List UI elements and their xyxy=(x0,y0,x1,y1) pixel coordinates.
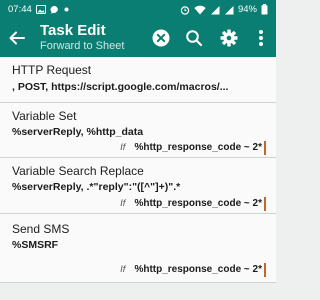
close-circle-icon xyxy=(152,29,170,47)
condition-text: %http_response_code ~ 2* xyxy=(134,142,262,153)
status-bar: 07:44 94% xyxy=(0,0,276,19)
overflow-menu-button[interactable] xyxy=(250,27,272,49)
action-item-send-sms[interactable]: Send SMS %SMSRF If %http_response_code ~… xyxy=(0,214,276,283)
action-item-variable-set[interactable]: Variable Set %serverReply, %http_data If… xyxy=(0,103,276,158)
condition-text: %http_response_code ~ 2* xyxy=(134,198,262,209)
action-name: Variable Search Replace xyxy=(12,164,144,178)
action-args: %serverReply, %http_data xyxy=(12,126,144,138)
battery-percentage: 94% xyxy=(237,4,257,15)
signal-1-icon xyxy=(210,5,220,15)
action-name: Send SMS xyxy=(12,222,70,236)
condition-marker xyxy=(264,141,266,155)
signal-2-icon xyxy=(224,5,234,15)
action-condition: If %http_response_code ~ 2* xyxy=(120,198,262,209)
search-icon xyxy=(186,30,203,47)
task-name-subtitle: Forward to Sheet xyxy=(40,40,125,52)
cancel-button[interactable] xyxy=(150,27,172,49)
page-title: Task Edit xyxy=(40,22,106,39)
action-item-variable-search-replace[interactable]: Variable Search Replace %serverReply, .*… xyxy=(0,158,276,214)
title-block: Task Edit Forward to Sheet xyxy=(40,22,124,53)
back-arrow-icon xyxy=(9,31,25,45)
action-args: %SMSRF xyxy=(12,239,59,251)
action-condition: If %http_response_code ~ 2* xyxy=(120,142,262,153)
gear-icon xyxy=(220,29,238,47)
condition-marker xyxy=(264,263,266,277)
more-vert-icon xyxy=(259,30,263,46)
condition-marker xyxy=(264,197,266,211)
if-label: If xyxy=(120,198,126,209)
if-label: If xyxy=(120,142,126,153)
alarm-icon xyxy=(180,5,190,15)
image-notification-icon xyxy=(35,5,46,14)
action-item-http-request[interactable]: HTTP Request , POST, https://script.goog… xyxy=(0,57,276,103)
back-button[interactable] xyxy=(6,27,28,49)
app-bar: Task Edit Forward to Sheet xyxy=(0,19,276,57)
search-button[interactable] xyxy=(183,27,205,49)
action-name: Variable Set xyxy=(12,109,77,123)
action-name: HTTP Request xyxy=(12,63,92,77)
if-label: If xyxy=(120,264,126,275)
action-args: , POST, https://script.google.com/macros… xyxy=(12,81,229,93)
more-notifications-icon xyxy=(64,7,69,12)
condition-text: %http_response_code ~ 2* xyxy=(134,264,262,275)
action-condition: If %http_response_code ~ 2* xyxy=(120,264,262,275)
battery-icon xyxy=(261,4,268,15)
wifi-icon xyxy=(194,5,206,15)
action-args: %serverReply, .*"reply":"([^"]+)".* xyxy=(12,181,181,193)
settings-button[interactable] xyxy=(218,27,240,49)
status-time: 07:44 xyxy=(8,4,32,15)
chat-notification-icon xyxy=(50,5,60,15)
